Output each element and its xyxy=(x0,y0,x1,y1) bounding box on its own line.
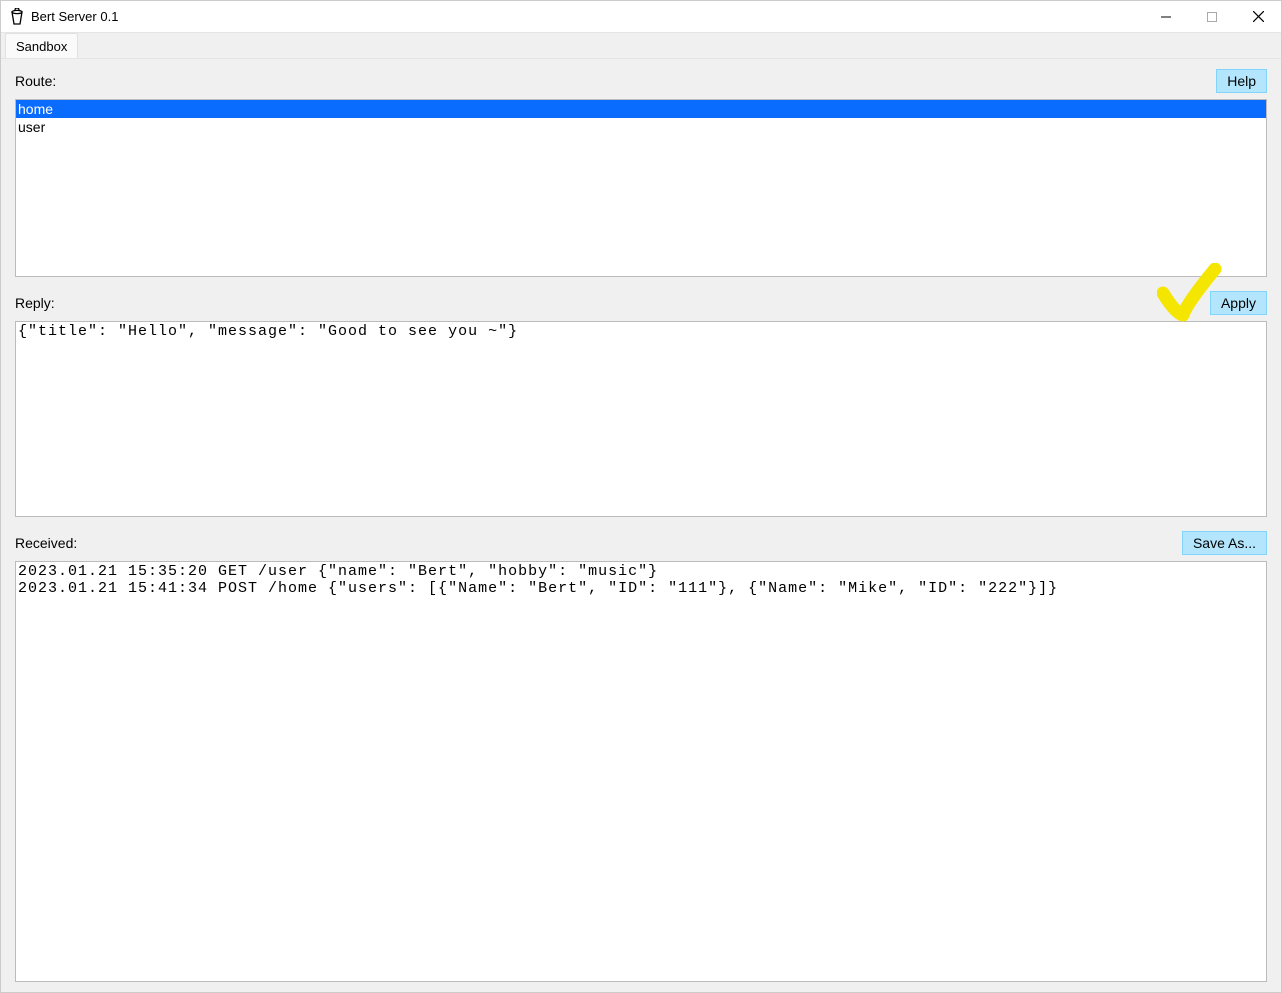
reply-textarea[interactable] xyxy=(15,321,1267,517)
window-controls xyxy=(1143,1,1281,32)
received-header: Received: Save As... xyxy=(15,517,1267,561)
route-item-user[interactable]: user xyxy=(16,118,1266,136)
route-header: Route: Help xyxy=(15,59,1267,99)
menu-sandbox[interactable]: Sandbox xyxy=(5,33,78,58)
route-label: Route: xyxy=(15,73,56,89)
app-icon xyxy=(9,7,25,27)
apply-button[interactable]: Apply xyxy=(1210,291,1267,315)
content-area: Route: Help homeuser Reply: Apply Receiv… xyxy=(1,59,1281,992)
help-button[interactable]: Help xyxy=(1216,69,1267,93)
received-label: Received: xyxy=(15,535,77,551)
close-button[interactable] xyxy=(1235,1,1281,32)
titlebar: Bert Server 0.1 xyxy=(1,1,1281,33)
route-item-home[interactable]: home xyxy=(16,100,1266,118)
menubar: Sandbox xyxy=(1,33,1281,59)
received-textarea[interactable] xyxy=(15,561,1267,982)
reply-header: Reply: Apply xyxy=(15,277,1267,321)
route-list[interactable]: homeuser xyxy=(15,99,1267,277)
maximize-button[interactable] xyxy=(1189,1,1235,32)
minimize-button[interactable] xyxy=(1143,1,1189,32)
window-title: Bert Server 0.1 xyxy=(31,9,1143,24)
reply-label: Reply: xyxy=(15,295,55,311)
save-as-button[interactable]: Save As... xyxy=(1182,531,1267,555)
